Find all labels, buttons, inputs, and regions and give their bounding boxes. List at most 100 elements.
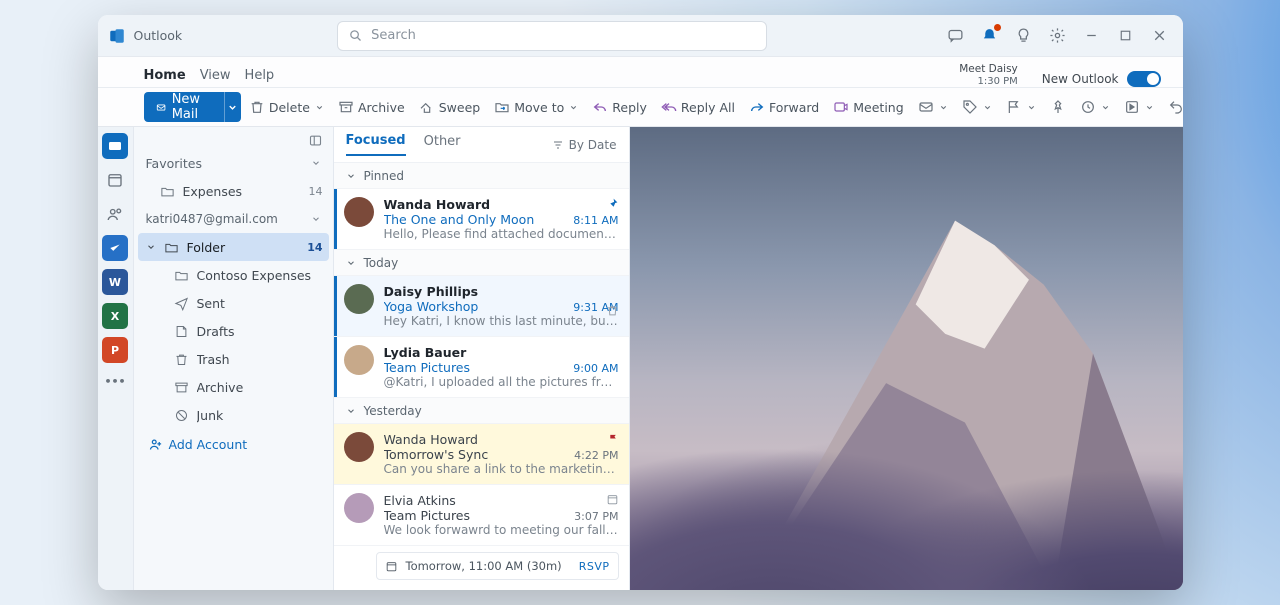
read-icon <box>918 99 934 115</box>
chevron-down-icon <box>315 103 324 112</box>
trash-icon <box>174 352 189 367</box>
trash-icon <box>249 99 265 115</box>
upcoming-meeting[interactable]: Meet Daisy 1:30 PM <box>959 63 1018 87</box>
nav-item-sent[interactable]: Sent <box>138 289 329 317</box>
list-group[interactable]: Today <box>334 250 629 276</box>
rail-people[interactable] <box>102 201 128 227</box>
categorize-button[interactable] <box>956 92 998 122</box>
message-time: 4:22 PM <box>574 449 618 462</box>
search-icon <box>348 28 363 43</box>
nav-item-archive[interactable]: Archive <box>138 373 329 401</box>
new-outlook-toggle[interactable]: New Outlook <box>1042 71 1161 87</box>
filter-icon <box>552 139 564 151</box>
list-group[interactable]: Yesterday <box>334 398 629 424</box>
pin-button[interactable] <box>1044 92 1072 122</box>
undo-button[interactable] <box>1162 92 1183 122</box>
flag-icon <box>1006 99 1022 115</box>
sent-icon <box>174 296 189 311</box>
message-preview: Hello, Please find attached document for <box>384 227 619 241</box>
snooze-button[interactable] <box>1074 92 1116 122</box>
rail-excel[interactable]: X <box>102 303 128 329</box>
nav-item-folder-root[interactable]: Folder 14 <box>138 233 329 261</box>
new-mail-button[interactable]: New Mail <box>144 92 241 122</box>
rail-powerpoint[interactable]: P <box>102 337 128 363</box>
app-rail: W X P ••• <box>98 127 134 590</box>
message-from: Wanda Howard <box>384 197 619 212</box>
nav-item-contoso[interactable]: Contoso Expenses <box>138 261 329 289</box>
pin-icon <box>1050 99 1066 115</box>
reading-pane <box>630 127 1183 590</box>
tab-help[interactable]: Help <box>245 68 275 87</box>
window-title: Outlook <box>134 28 183 43</box>
list-header: Focused Other By Date <box>334 127 629 163</box>
move-to-button[interactable]: Move to <box>488 92 584 122</box>
flag-button[interactable] <box>1000 92 1042 122</box>
quicksteps-button[interactable] <box>1118 92 1160 122</box>
delete-button[interactable]: Delete <box>243 92 330 122</box>
message-item[interactable]: Elvia AtkinsTeam Pictures3:07 PMWe look … <box>334 485 629 546</box>
window-maximize[interactable] <box>1109 20 1143 52</box>
sweep-button[interactable]: Sweep <box>413 92 486 122</box>
archive-icon <box>174 380 189 395</box>
message-item[interactable]: Lydia BauerTeam Pictures9:00 AM@Katri, I… <box>334 337 629 398</box>
nav-item-expenses[interactable]: Expenses 14 <box>138 177 329 205</box>
add-account-button[interactable]: Add Account <box>138 429 329 452</box>
search-input[interactable]: Search <box>337 21 767 51</box>
list-tab-focused[interactable]: Focused <box>346 133 406 156</box>
list-group[interactable]: Pinned <box>334 163 629 189</box>
meeting-icon <box>833 99 849 115</box>
message-item[interactable]: Wanda HowardThe One and Only Moon8:11 AM… <box>334 189 629 250</box>
chevron-down-icon <box>346 258 356 268</box>
tab-view[interactable]: View <box>200 68 231 87</box>
rail-calendar[interactable] <box>102 167 128 193</box>
search-placeholder: Search <box>371 28 416 43</box>
tag-icon <box>962 99 978 115</box>
message-from: Elvia Atkins <box>384 493 619 508</box>
undo-icon <box>1168 99 1183 115</box>
message-subject: Team Pictures <box>384 360 566 375</box>
reply-all-button[interactable]: Reply All <box>655 92 741 122</box>
new-mail-dropdown[interactable] <box>224 92 241 122</box>
nav-item-junk[interactable]: Junk <box>138 401 329 429</box>
window-minimize[interactable] <box>1075 20 1109 52</box>
nav-section-favorites[interactable]: Favorites <box>138 149 329 177</box>
avatar <box>344 345 374 375</box>
message-preview: Hey Katri, I know this last minute, but … <box>384 314 619 328</box>
folder-move-icon <box>494 99 510 115</box>
meeting-button[interactable]: Meeting <box>827 92 909 122</box>
nav-item-drafts[interactable]: Drafts <box>138 317 329 345</box>
junk-icon <box>174 408 189 423</box>
nav-item-trash[interactable]: Trash <box>138 345 329 373</box>
event-chip[interactable]: Tomorrow, 11:00 AM (30m)RSVP <box>376 552 619 580</box>
rsvp-button[interactable]: RSVP <box>579 560 610 573</box>
forward-icon <box>749 99 765 115</box>
forward-button[interactable]: Forward <box>743 92 825 122</box>
list-tab-other[interactable]: Other <box>424 134 461 155</box>
message-subject: The One and Only Moon <box>384 212 566 227</box>
rail-word[interactable]: W <box>102 269 128 295</box>
folder-nav: Favorites Expenses 14 katri0487@gmail.co… <box>134 127 334 590</box>
rail-todo[interactable] <box>102 235 128 261</box>
rail-mail[interactable] <box>102 133 128 159</box>
settings-icon[interactable] <box>1041 20 1075 52</box>
nav-section-account[interactable]: katri0487@gmail.com <box>138 205 329 233</box>
ribbon-tabs: Home View Help Meet Daisy 1:30 PM New Ou… <box>98 57 1183 87</box>
delete-message-icon[interactable] <box>606 304 619 320</box>
sort-button[interactable]: By Date <box>552 138 617 152</box>
rail-more[interactable]: ••• <box>102 371 128 391</box>
tab-home[interactable]: Home <box>144 68 186 87</box>
message-item[interactable]: Daisy PhillipsYoga Workshop9:31 AMHey Ka… <box>334 276 629 337</box>
chevron-down-icon <box>146 242 156 252</box>
message-time: 3:07 PM <box>574 510 618 523</box>
nav-collapse-icon[interactable] <box>138 133 329 149</box>
window-close[interactable] <box>1143 20 1177 52</box>
message-subject: Yoga Workshop <box>384 299 566 314</box>
chat-icon[interactable] <box>939 20 973 52</box>
message-item[interactable]: Wanda HowardTomorrow's Sync4:22 PMCan yo… <box>334 424 629 485</box>
reply-button[interactable]: Reply <box>586 92 653 122</box>
message-time: 9:00 AM <box>573 362 618 375</box>
tips-icon[interactable] <box>1007 20 1041 52</box>
notification-icon[interactable] <box>973 20 1007 52</box>
mark-read-button[interactable] <box>912 92 954 122</box>
archive-button[interactable]: Archive <box>332 92 411 122</box>
